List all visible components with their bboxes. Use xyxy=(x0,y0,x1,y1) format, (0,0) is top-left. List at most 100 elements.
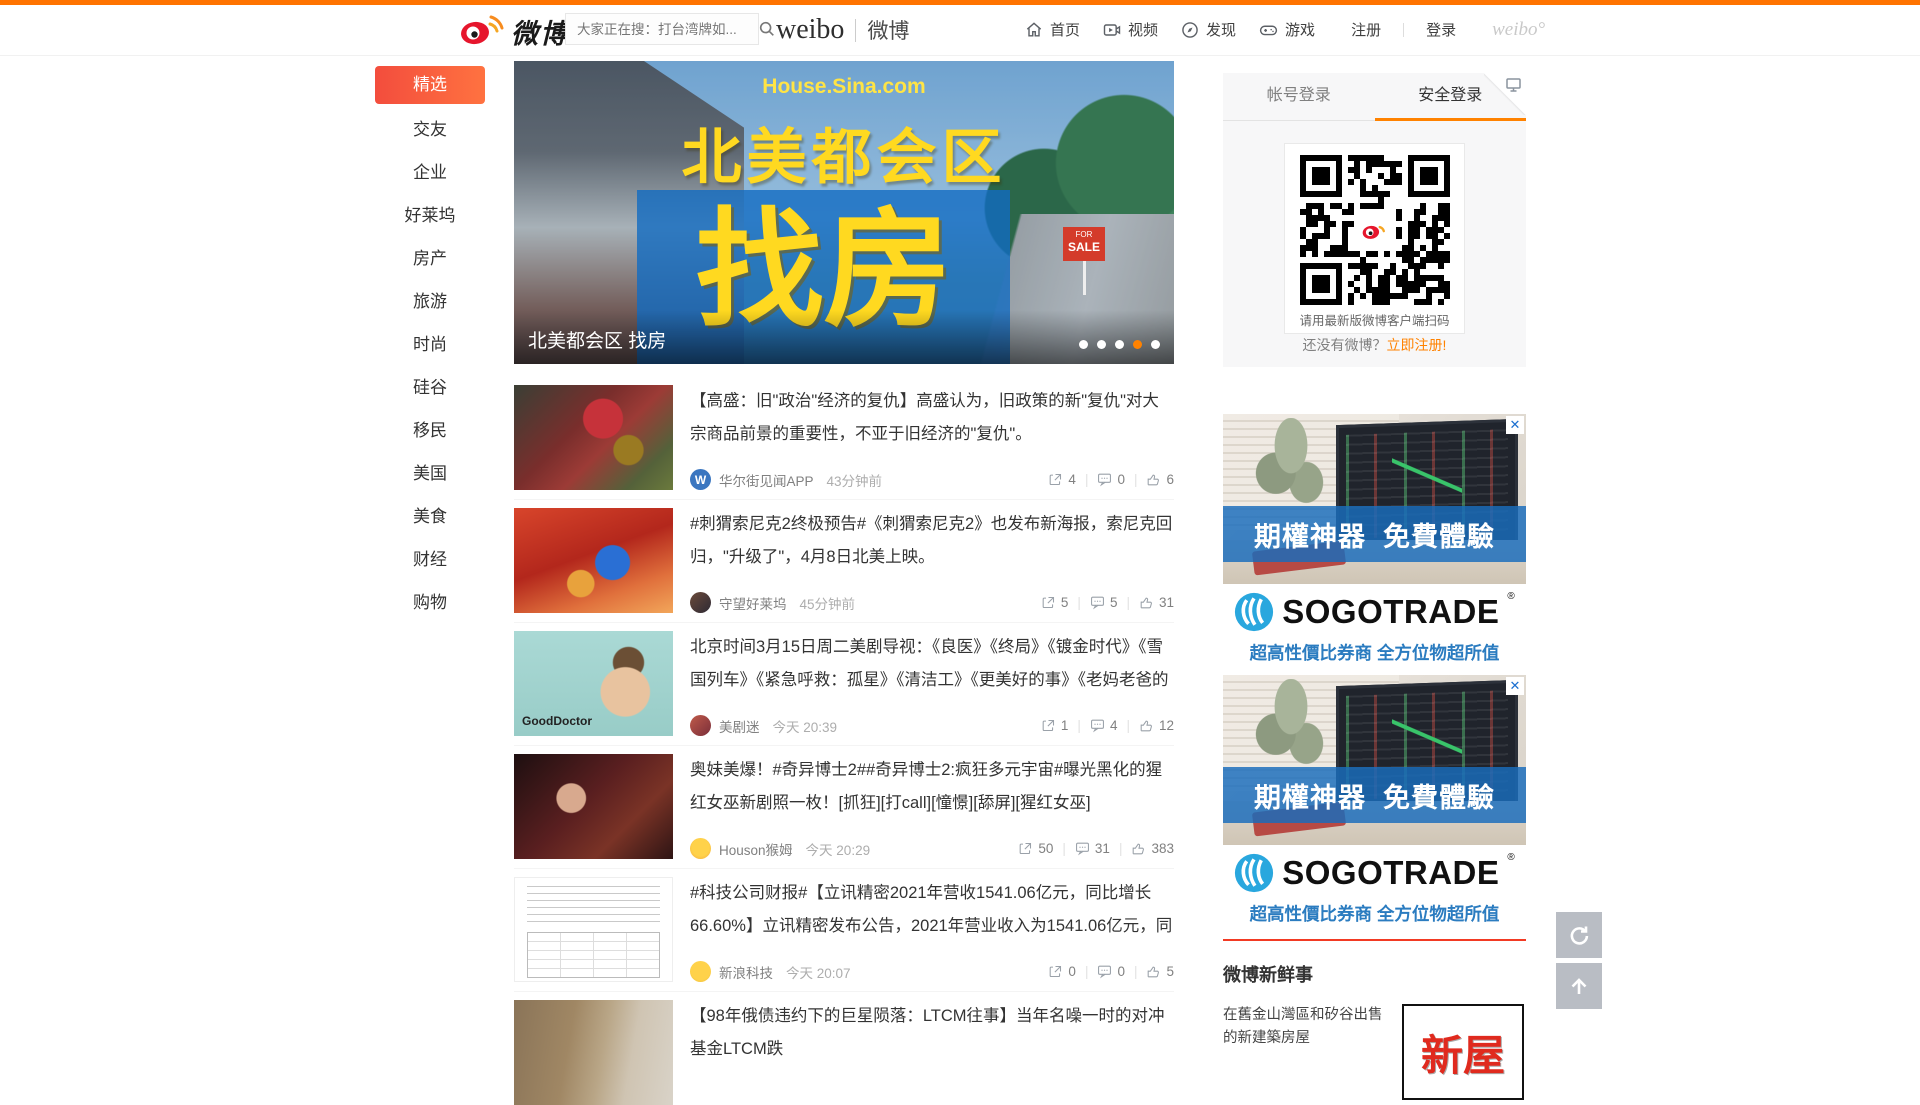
share-button[interactable]: 5 xyxy=(1041,595,1069,610)
sidebar-item-finance[interactable]: 财经 xyxy=(375,538,485,581)
avatar[interactable]: W xyxy=(690,469,711,490)
feed-thumb-scarletwitch[interactable] xyxy=(514,754,673,859)
register-now-link[interactable]: 立即注册! xyxy=(1387,337,1447,353)
feed-text[interactable]: 奥妹美爆！#奇异博士2##奇异博士2:疯狂多元宇宙#曝光黑化的猩红女巫新剧照一枚… xyxy=(690,754,1174,820)
feed-thumb-report[interactable] xyxy=(514,877,673,982)
feed-time: 43分钟前 xyxy=(827,470,883,490)
avatar[interactable] xyxy=(690,838,711,859)
like-button[interactable]: 6 xyxy=(1146,472,1174,487)
sidebar-item-business[interactable]: 企业 xyxy=(375,151,485,194)
feed-item-5[interactable]: #科技公司财报#【立讯精密2021年营收1541.06亿元，同比增长66.60%… xyxy=(514,877,1174,992)
ad-tagline: 超高性價比券商 全方位物超所值 xyxy=(1223,640,1526,666)
carousel-dot-5[interactable] xyxy=(1151,340,1160,349)
like-button[interactable]: 383 xyxy=(1131,841,1174,856)
sidebar-item-usa[interactable]: 美国 xyxy=(375,452,485,495)
like-button[interactable]: 31 xyxy=(1139,595,1174,610)
share-icon xyxy=(1048,964,1063,979)
share-icon xyxy=(1048,472,1063,487)
like-icon xyxy=(1146,472,1161,487)
nav-video[interactable]: 视频 xyxy=(1102,19,1158,40)
search-box[interactable] xyxy=(565,13,759,45)
magnifier-icon[interactable] xyxy=(758,20,776,38)
nav-games[interactable]: 游戏 xyxy=(1258,19,1315,40)
like-button[interactable]: 5 xyxy=(1146,964,1174,979)
feed-author[interactable]: 守望好莱坞 xyxy=(719,593,787,613)
weibo-eye-icon xyxy=(460,12,504,51)
ad-sogotrade-1[interactable]: 期權神器 免費體驗 ✕ SOGOTRADE ® 超高性價比券商 全方位物超所值 xyxy=(1223,414,1526,666)
sidebar-item-featured[interactable]: 精选 xyxy=(375,66,485,104)
feed-text[interactable]: 北京时间3月15日周二美剧导视：《良医》《终局》《镀金时代》《雪国列车》《紧急呼… xyxy=(690,631,1174,697)
feed-author[interactable]: 华尔街见闻APP xyxy=(719,470,814,490)
plant-graphic xyxy=(1253,418,1329,510)
fresh-news-item[interactable]: 在舊金山灣區和矽谷出售的新建築房屋 新屋 xyxy=(1223,1004,1526,1099)
feed-text[interactable]: #科技公司财报#【立讯精密2021年营收1541.06亿元，同比增长66.60%… xyxy=(690,877,1174,943)
nav-discover[interactable]: 发现 xyxy=(1180,19,1236,40)
feed-thumb-cliff[interactable] xyxy=(514,1000,673,1105)
comment-button[interactable]: 5 xyxy=(1090,595,1118,610)
hero-carousel[interactable]: House.Sina.com 北美都会区 找房 FOR SALE 北美都会区 找… xyxy=(514,61,1174,364)
feed-author[interactable]: 新浪科技 xyxy=(719,962,773,982)
fresh-news-text[interactable]: 在舊金山灣區和矽谷出售的新建築房屋 xyxy=(1223,1004,1395,1050)
share-button[interactable]: 0 xyxy=(1048,964,1076,979)
ad-close-button[interactable]: ✕ xyxy=(1506,416,1524,434)
refresh-button[interactable] xyxy=(1556,912,1602,958)
share-button[interactable]: 50 xyxy=(1018,841,1053,856)
avatar[interactable] xyxy=(690,592,711,613)
comment-button[interactable]: 31 xyxy=(1075,841,1110,856)
fresh-news-image[interactable]: 新屋 xyxy=(1402,1004,1524,1100)
login-button[interactable]: 登录 xyxy=(1426,19,1456,40)
sidebar-item-hollywood[interactable]: 好莱坞 xyxy=(375,194,485,237)
feed-item-3[interactable]: GoodDoctor 北京时间3月15日周二美剧导视：《良医》《终局》《镀金时代… xyxy=(514,631,1174,746)
feed-text[interactable]: #刺猬索尼克2终极预告#《刺猬索尼克2》也发布新海报，索尼克回归，"升级了"，4… xyxy=(690,508,1174,574)
like-button[interactable]: 12 xyxy=(1139,718,1174,733)
feed-text[interactable]: 【高盛：旧"政治"经济的复仇】高盛认为，旧政策的新"复仇"对大宗商品前景的重要性… xyxy=(690,385,1174,451)
carousel-caption: 北美都会区 找房 xyxy=(528,326,666,353)
carousel-dot-4-active[interactable] xyxy=(1133,340,1142,349)
back-to-top-button[interactable] xyxy=(1556,963,1602,1009)
main-feed-column: House.Sina.com 北美都会区 找房 FOR SALE 北美都会区 找… xyxy=(514,61,1174,1105)
avatar[interactable] xyxy=(690,715,711,736)
sidebar-item-friends[interactable]: 交友 xyxy=(375,108,485,151)
plant-graphic xyxy=(1253,679,1329,771)
weibo-wordmark: weibo 微博 xyxy=(776,14,909,46)
wordmark-cn: 微博 xyxy=(867,15,909,45)
sidebar-item-travel[interactable]: 旅游 xyxy=(375,280,485,323)
sidebar-item-fashion[interactable]: 时尚 xyxy=(375,323,485,366)
stat-divider: | xyxy=(1119,841,1123,856)
feed-item-4[interactable]: 奥妹美爆！#奇异博士2##奇异博士2:疯狂多元宇宙#曝光黑化的猩红女巫新剧照一枚… xyxy=(514,754,1174,869)
feed-item-6[interactable]: 【98年俄债违约下的巨星陨落：LTCM往事】当年名噪一时的对冲基金LTCM跌 xyxy=(514,1000,1174,1105)
sidebar-item-realestate[interactable]: 房产 xyxy=(375,237,485,280)
carousel-dot-3[interactable] xyxy=(1115,340,1124,349)
carousel-dot-2[interactable] xyxy=(1097,340,1106,349)
ad-sogotrade-2[interactable]: 期權神器 免費體驗 ✕ SOGOTRADE ® 超高性價比券商 全方位物超所值 xyxy=(1223,675,1526,927)
avatar[interactable] xyxy=(690,961,711,982)
sidebar-item-siliconvalley[interactable]: 硅谷 xyxy=(375,366,485,409)
feed-item-2[interactable]: #刺猬索尼克2终极预告#《刺猬索尼克2》也发布新海报，索尼克回归，"升级了"，4… xyxy=(514,508,1174,623)
weibo-corner-mark: weibo° xyxy=(1492,19,1545,41)
ad-close-button[interactable]: ✕ xyxy=(1506,677,1524,695)
carousel-dot-1[interactable] xyxy=(1079,340,1088,349)
weibo-logo[interactable]: 微博 xyxy=(460,12,569,51)
for-sale-sign: FOR SALE xyxy=(1063,227,1105,261)
feed-item-1[interactable]: 【高盛：旧"政治"经济的复仇】高盛认为，旧政策的新"复仇"对大宗商品前景的重要性… xyxy=(514,385,1174,500)
tab-account-login[interactable]: 帐号登录 xyxy=(1223,73,1375,121)
feed-author[interactable]: Houson猴姆 xyxy=(719,839,793,859)
comment-button[interactable]: 0 xyxy=(1097,472,1125,487)
feed-thumb-sonic[interactable] xyxy=(514,508,673,613)
feed-author[interactable]: 美剧迷 xyxy=(719,716,760,736)
share-icon xyxy=(1041,595,1056,610)
share-button[interactable]: 1 xyxy=(1041,718,1069,733)
switch-login-corner[interactable] xyxy=(1484,73,1526,115)
sidebar-item-food[interactable]: 美食 xyxy=(375,495,485,538)
nav-home[interactable]: 首页 xyxy=(1024,19,1080,40)
comment-button[interactable]: 4 xyxy=(1090,718,1118,733)
sidebar-item-immigration[interactable]: 移民 xyxy=(375,409,485,452)
sidebar-item-shopping[interactable]: 购物 xyxy=(375,581,485,624)
feed-text[interactable]: 【98年俄债违约下的巨星陨落：LTCM往事】当年名噪一时的对冲基金LTCM跌 xyxy=(690,1000,1174,1066)
register-button[interactable]: 注册 xyxy=(1351,19,1381,40)
comment-button[interactable]: 0 xyxy=(1097,964,1125,979)
feed-thumb-gooddoctor[interactable]: GoodDoctor xyxy=(514,631,673,736)
search-input[interactable] xyxy=(566,22,758,37)
feed-thumb-ironman[interactable] xyxy=(514,385,673,490)
share-button[interactable]: 4 xyxy=(1048,472,1076,487)
